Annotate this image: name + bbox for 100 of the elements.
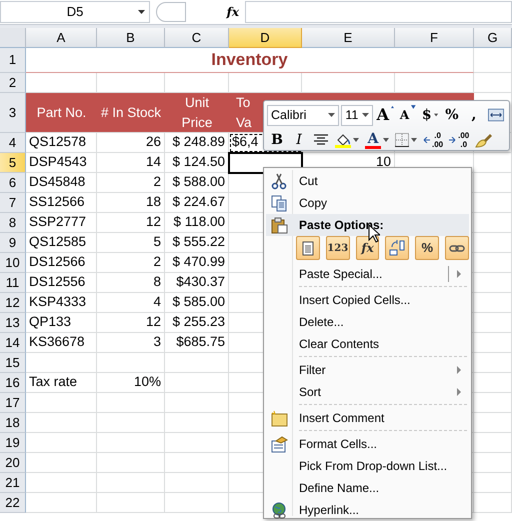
format-button[interactable]: $ (420, 104, 440, 126)
grid-cell[interactable]: $685.75 (165, 333, 229, 353)
grid-cell[interactable] (26, 433, 97, 453)
grid-cell[interactable] (97, 393, 165, 413)
insert-function-button[interactable]: fx (226, 3, 239, 21)
grid-cell[interactable] (474, 293, 512, 313)
row-header[interactable]: 6 (0, 173, 26, 193)
row-header[interactable]: 4 (0, 133, 26, 153)
row-header[interactable]: 7 (0, 193, 26, 213)
grid-cell[interactable] (165, 353, 229, 373)
grid-cell[interactable] (474, 153, 512, 173)
grid-cell[interactable] (26, 473, 97, 493)
grid-cell[interactable]: $ 118.00 (165, 213, 229, 233)
grid-cell[interactable]: $ 588.00 (165, 173, 229, 193)
grid-cell[interactable]: $ 585.00 (165, 293, 229, 313)
grid-cell[interactable]: QP133 (26, 313, 97, 333)
grid-cell[interactable]: QS12578 (26, 133, 97, 153)
column-header[interactable]: E (302, 28, 395, 48)
grid-cell[interactable] (26, 453, 97, 473)
grid-cell[interactable]: QS12585 (26, 233, 97, 253)
grid-cell[interactable] (97, 433, 165, 453)
paste-values-button[interactable]: 123 (326, 236, 350, 260)
grid-cell[interactable]: 3 (97, 333, 165, 353)
grid-cell[interactable] (165, 413, 229, 433)
grid-cell[interactable]: $430.37 (165, 273, 229, 293)
grid-cell[interactable] (97, 453, 165, 473)
grid-cell[interactable] (97, 353, 165, 373)
splitter-handle[interactable] (156, 2, 186, 22)
grid-cell[interactable]: 12 (97, 313, 165, 333)
grid-cell[interactable]: 2 (97, 253, 165, 273)
menu-item[interactable]: Sort (266, 381, 469, 403)
column-header[interactable]: C (165, 28, 229, 48)
grid-cell[interactable] (97, 413, 165, 433)
menu-item[interactable]: Clear Contents (266, 333, 469, 355)
formula-field[interactable] (245, 1, 512, 23)
format-button[interactable]: % (442, 104, 462, 126)
row-header[interactable]: 9 (0, 233, 26, 253)
column-header[interactable]: B (97, 28, 165, 48)
grid-cell[interactable]: 26 (97, 133, 165, 153)
active-cell[interactable] (229, 153, 302, 173)
grid-cell[interactable]: KSP4333 (26, 293, 97, 313)
grid-cell[interactable]: SS12566 (26, 193, 97, 213)
format-button[interactable]: , (464, 104, 484, 126)
decrease-decimal-button[interactable]: .00 .0 (447, 130, 472, 150)
transpose-button[interactable] (385, 236, 410, 260)
grid-cell[interactable]: KS36678 (26, 333, 97, 353)
grid-cell[interactable]: DSP4543 (26, 153, 97, 173)
grid-cell[interactable]: 12 (97, 213, 165, 233)
row-header[interactable]: 17 (0, 393, 26, 413)
grid-cell[interactable] (26, 413, 97, 433)
grid-cell[interactable] (474, 353, 512, 373)
grid-cell[interactable] (97, 473, 165, 493)
row-header[interactable]: 10 (0, 253, 26, 273)
grid-cell[interactable]: 10% (97, 373, 165, 393)
grid-cell[interactable] (474, 73, 512, 93)
grid-cell[interactable] (474, 473, 512, 493)
grid-cell[interactable]: $ 555.22 (165, 233, 229, 253)
grid-cell[interactable] (26, 393, 97, 413)
grid-cell[interactable] (165, 493, 229, 513)
grid-cell[interactable] (165, 433, 229, 453)
font-size-field[interactable]: 11 (341, 104, 373, 126)
row-header[interactable]: 12 (0, 293, 26, 313)
paste-link-button[interactable] (445, 236, 469, 260)
grid-cell[interactable] (474, 273, 512, 293)
grid-cell[interactable]: 18 (97, 193, 165, 213)
grid-cell[interactable] (474, 213, 512, 233)
grid-cell[interactable]: $ 470.99 (165, 253, 229, 273)
row-header[interactable]: 3 (0, 93, 26, 133)
grid-cell[interactable]: DS12556 (26, 273, 97, 293)
paste-button[interactable] (296, 236, 320, 260)
menu-item[interactable]: Paste Special... (266, 263, 469, 285)
grid-cell[interactable]: SSP2777 (26, 213, 97, 233)
grid-cell[interactable] (474, 173, 512, 193)
grid-cell[interactable] (474, 333, 512, 353)
select-all-corner[interactable] (0, 28, 26, 48)
grid-cell[interactable] (474, 48, 512, 73)
grid-cell[interactable]: 2 (97, 173, 165, 193)
row-header[interactable]: 8 (0, 213, 26, 233)
row-header[interactable]: 16 (0, 373, 26, 393)
row-header[interactable]: 13 (0, 313, 26, 333)
grid-cell[interactable] (474, 493, 512, 513)
row-header[interactable]: 2 (0, 73, 26, 93)
row-header[interactable]: 1 (0, 48, 26, 73)
grid-cell[interactable]: 14 (97, 153, 165, 173)
column-header[interactable]: F (395, 28, 474, 48)
menu-item[interactable]: Define Name... (266, 477, 469, 499)
grid-cell[interactable] (474, 413, 512, 433)
grid-cell[interactable]: DS45848 (26, 173, 97, 193)
menu-item[interactable]: Hyperlink... (266, 499, 469, 521)
name-box[interactable]: D5 (0, 1, 150, 23)
row-header[interactable]: 11 (0, 273, 26, 293)
grid-cell[interactable] (474, 393, 512, 413)
grid-cell[interactable]: 5 (97, 233, 165, 253)
menu-item[interactable]: Insert Copied Cells... (266, 289, 469, 311)
row-header[interactable]: 14 (0, 333, 26, 353)
grid-cell[interactable] (97, 493, 165, 513)
row-header[interactable]: 5 (0, 153, 26, 173)
menu-item[interactable]: Delete... (266, 311, 469, 333)
menu-item[interactable]: Format Cells... (266, 433, 469, 455)
font-name-field[interactable]: Calibri (267, 104, 340, 126)
